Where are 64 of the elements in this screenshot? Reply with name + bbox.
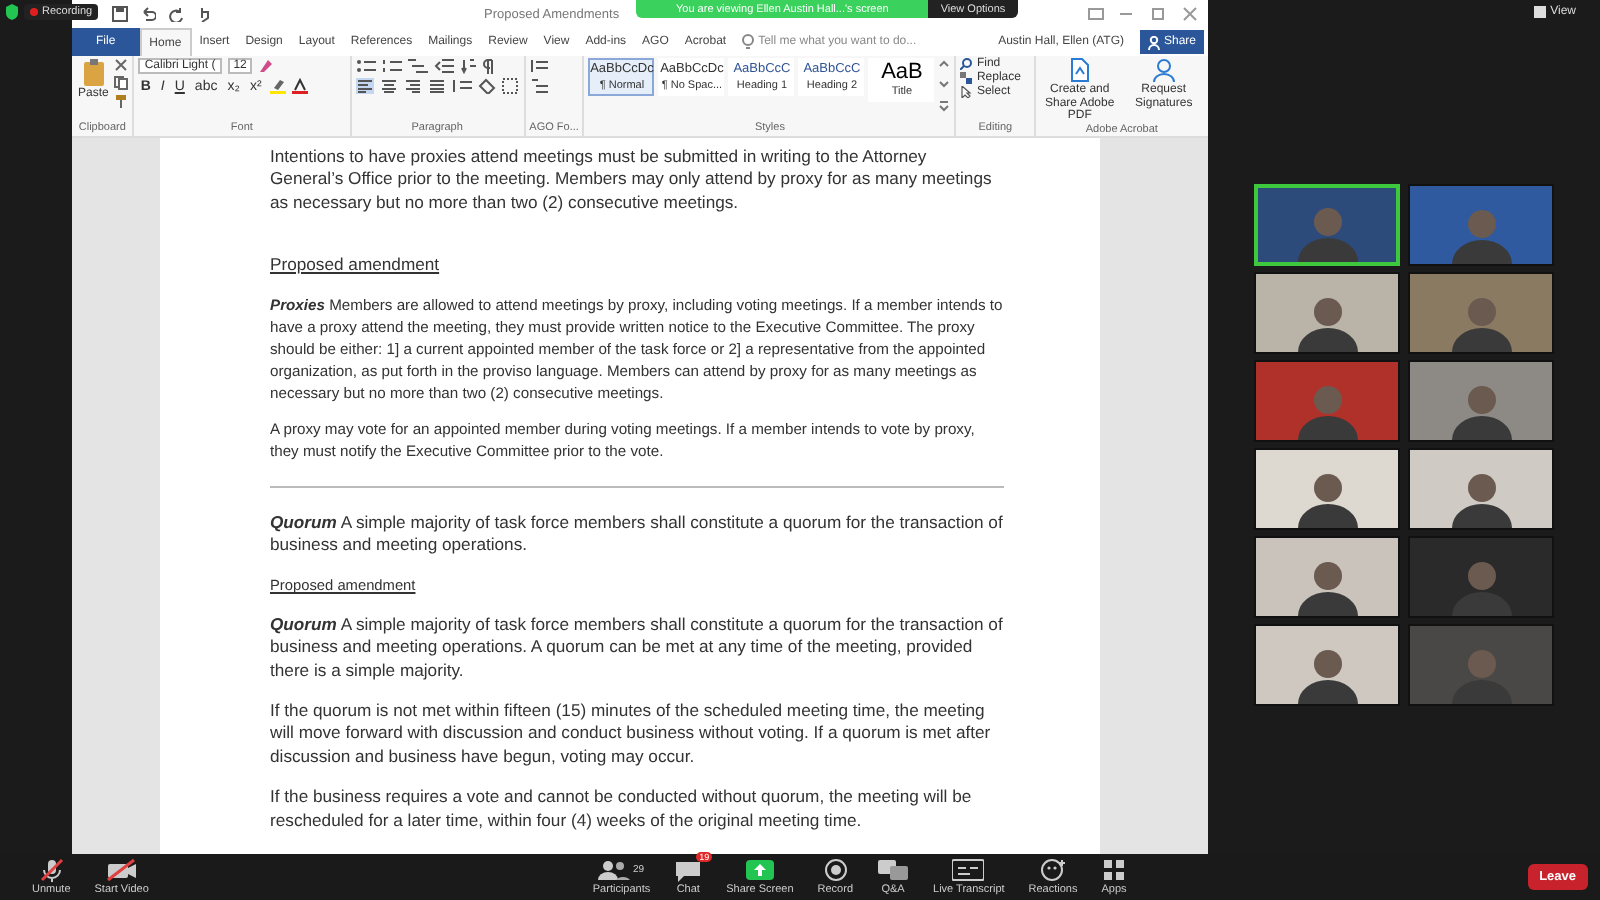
shield-icon: [6, 4, 18, 20]
replace-icon: [960, 72, 973, 84]
share-screen-icon[interactable]: [745, 858, 774, 882]
pilcrow-icon[interactable]: [481, 58, 493, 74]
list-format-icon[interactable]: [529, 58, 550, 74]
align-right-icon[interactable]: [403, 78, 421, 94]
outline-format-icon[interactable]: [529, 78, 550, 94]
record-dot-icon: [30, 8, 38, 16]
multilevel-list-icon[interactable]: [407, 58, 427, 74]
signer-icon: [1151, 58, 1176, 82]
numbering-icon[interactable]: [381, 58, 401, 74]
bullets-icon[interactable]: [355, 58, 375, 74]
ribbon-display-icon[interactable]: [1088, 6, 1104, 22]
video-off-icon[interactable]: [105, 858, 138, 882]
maximize-icon[interactable]: [1148, 6, 1168, 22]
sort-icon[interactable]: [459, 58, 475, 74]
person-silhouette-icon: [1447, 292, 1515, 352]
document-paragraph: Quorum A simple majority of task force members shall constitute a quorum for the transaction of business and meeting operations.: [270, 511, 1004, 557]
decrease-indent-icon[interactable]: [433, 58, 453, 74]
person-icon: [1147, 35, 1160, 49]
line-spacing-icon[interactable]: [451, 78, 471, 94]
apps-icon[interactable]: [1102, 858, 1127, 882]
person-silhouette-icon: [1293, 380, 1361, 440]
gallery-scroll-icon[interactable]: [938, 58, 951, 114]
document-paragraph: If the quorum is not met within fifteen (15) minutes of the scheduled meeting time, the meeting will move forward with discussion and conduct business without voting. If a quorum is met after discussion and business have begun, voting may occur.: [270, 700, 993, 769]
person-silhouette-icon: [1447, 204, 1515, 264]
copy-icon[interactable]: [114, 76, 129, 90]
document-paragraph: If the business requires a vote and cannot be conducted without quorum, the meeting will be rescheduled for a later time, within four (4) weeks of the original meeting time.: [270, 786, 974, 833]
lightbulb-icon[interactable]: [742, 34, 755, 50]
undo-icon[interactable]: [140, 6, 156, 22]
person-silhouette-icon: [1293, 202, 1361, 262]
align-center-icon[interactable]: [379, 78, 397, 94]
person-silhouette-icon: [1293, 644, 1361, 704]
cursor-icon: [960, 86, 973, 98]
clipboard-icon: [81, 58, 106, 86]
redo-icon[interactable]: [168, 6, 184, 22]
shading-icon[interactable]: [477, 78, 495, 94]
person-silhouette-icon: [1447, 556, 1515, 616]
muted-microphone-icon[interactable]: [37, 858, 66, 882]
person-silhouette-icon: [1293, 468, 1361, 528]
person-silhouette-icon: [1447, 644, 1515, 704]
smiley-plus-icon[interactable]: [1039, 858, 1068, 882]
format-painter-icon[interactable]: [114, 94, 129, 108]
person-silhouette-icon: [1447, 380, 1515, 440]
chat-bubble-icon[interactable]: [674, 858, 703, 882]
align-left-icon[interactable]: [355, 78, 373, 94]
magnifier-icon: [960, 58, 973, 70]
document-paragraph: Quorum A simple majority of task force members shall constitute a quorum for the transaction of business and meeting operations. A quorum can be met at any time of the meeting, provided there is a simple majority.: [270, 613, 1004, 683]
font-color-icon[interactable]: [291, 78, 308, 94]
document-paragraph: Intentions to have proxies attend meetings must be submitted in writing to the Attorney General’s Office prior to the meeting. Members may only attend by proxy for as many meetings as necessary but no more than two (2) consecutive meetings.: [270, 146, 994, 215]
captions-icon[interactable]: [952, 858, 985, 882]
close-icon[interactable]: [1180, 6, 1200, 22]
highlighter-icon[interactable]: [269, 78, 286, 94]
person-silhouette-icon: [1447, 468, 1515, 528]
record-icon[interactable]: [823, 858, 848, 882]
people-icon[interactable]: [598, 858, 631, 882]
qa-bubbles-icon[interactable]: [877, 858, 910, 882]
section-heading: Proposed amendment: [270, 254, 442, 278]
justify-icon[interactable]: [427, 78, 445, 94]
cut-icon[interactable]: [114, 58, 129, 72]
borders-icon[interactable]: [501, 78, 517, 94]
person-silhouette-icon: [1293, 556, 1361, 616]
save-icon[interactable]: [112, 6, 128, 22]
person-silhouette-icon: [1293, 292, 1361, 352]
